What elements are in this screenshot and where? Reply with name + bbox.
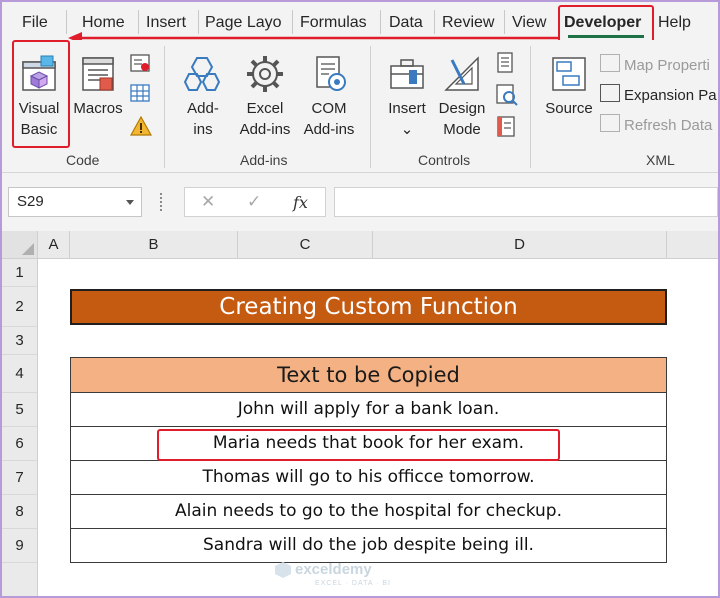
row-header-1[interactable]: 1 xyxy=(2,259,38,287)
row-header-5[interactable]: 5 xyxy=(2,393,38,427)
table-row[interactable]: Alain needs to go to the hospital for ch… xyxy=(70,495,667,529)
excel-add-ins-button[interactable]: Excel Add-ins xyxy=(234,54,296,140)
name-box[interactable]: S29 xyxy=(8,187,142,217)
macros-icon xyxy=(82,57,114,91)
macros-label: Macros xyxy=(73,100,123,117)
column-header-d[interactable]: D xyxy=(373,231,667,259)
com-add-ins-label-2: Add-ins xyxy=(303,121,355,138)
row-header-4[interactable]: 4 xyxy=(2,355,38,393)
map-properties-button[interactable]: Map Properti xyxy=(600,54,710,74)
insert-controls-label: Insert xyxy=(388,100,426,117)
toolbox-icon xyxy=(390,59,424,89)
insert-function-icon[interactable]: fx xyxy=(293,193,308,212)
drag-handle[interactable] xyxy=(160,193,166,211)
properties-icon[interactable] xyxy=(496,52,516,74)
row-header-8[interactable]: 8 xyxy=(2,495,38,529)
chevron-down-icon[interactable] xyxy=(125,199,135,207)
design-mode-icon xyxy=(444,56,479,91)
xml-group-label: XML xyxy=(646,152,675,168)
exceldemy-logo-icon xyxy=(275,562,291,578)
row-header-3[interactable]: 3 xyxy=(2,327,38,355)
record-macro-icon[interactable] xyxy=(130,54,152,74)
code-group-label: Code xyxy=(66,152,100,168)
column-header-c[interactable]: C xyxy=(238,231,373,259)
excel-add-ins-label-2: Add-ins xyxy=(239,121,291,138)
column-header-b[interactable]: B xyxy=(70,231,238,259)
add-ins-group-label: Add-ins xyxy=(240,152,288,168)
group-separator xyxy=(530,46,531,168)
group-separator xyxy=(164,46,165,168)
map-properties-icon xyxy=(600,54,620,72)
add-ins-icon xyxy=(183,57,221,91)
table-row[interactable]: John will apply for a bank loan. xyxy=(70,393,667,427)
refresh-data-button[interactable]: Refresh Data xyxy=(600,114,712,134)
design-mode-label-1: Design xyxy=(438,100,486,117)
visual-basic-highlight xyxy=(12,40,70,148)
developer-ribbon: Visual Basic Macros Code Add- ins Excel … xyxy=(2,40,718,173)
add-ins-label-1: Add- xyxy=(187,100,219,117)
add-ins-button[interactable]: Add- ins xyxy=(178,54,228,140)
row-header-blank xyxy=(2,563,38,596)
formula-actions: ✕ ✓ fx xyxy=(184,187,326,217)
worksheet-grid: A B C D 1 2 3 4 5 6 7 8 9 Creating Custo… xyxy=(2,231,718,596)
enter-icon[interactable]: ✓ xyxy=(247,192,261,212)
refresh-data-label: Refresh Data xyxy=(624,117,713,134)
macros-button[interactable]: Macros xyxy=(70,54,126,119)
row-header-7[interactable]: 7 xyxy=(2,461,38,495)
table-row[interactable]: Thomas will go to his officce tomorrow. xyxy=(70,461,667,495)
macro-security-warning-icon[interactable] xyxy=(130,116,152,136)
formula-bar: S29 ✕ ✓ fx xyxy=(2,173,718,231)
com-add-ins-button[interactable]: COM Add-ins xyxy=(298,54,360,140)
run-dialog-icon[interactable] xyxy=(496,116,518,138)
group-separator xyxy=(370,46,371,168)
table-row[interactable]: Sandra will do the job despite being ill… xyxy=(70,529,667,563)
source-icon xyxy=(552,57,586,91)
expansion-packs-button[interactable]: Expansion Pa xyxy=(600,84,717,104)
watermark-name: exceldemy xyxy=(295,561,372,578)
design-mode-button[interactable]: Design Mode xyxy=(434,54,490,140)
excel-add-ins-label-1: Excel xyxy=(246,100,284,117)
row-header-6[interactable]: 6 xyxy=(2,427,38,461)
name-box-value: S29 xyxy=(17,193,44,210)
row-header-9[interactable]: 9 xyxy=(2,529,38,563)
map-properties-label: Map Properti xyxy=(624,57,710,74)
add-ins-label-2: ins xyxy=(193,121,213,138)
expansion-packs-label: Expansion Pa xyxy=(624,87,717,104)
excel-window: File Home Insert Page Layo Formulas Data… xyxy=(0,0,720,598)
cancel-icon[interactable]: ✕ xyxy=(201,192,215,212)
view-code-icon[interactable] xyxy=(496,84,518,106)
row-6-highlight xyxy=(157,429,560,461)
gear-icon xyxy=(247,56,283,92)
table-header-cell[interactable]: Text to be Copied xyxy=(70,357,667,393)
select-all-corner[interactable] xyxy=(2,231,38,259)
select-all-icon xyxy=(22,243,34,255)
expansion-packs-icon xyxy=(600,84,620,102)
controls-group-label: Controls xyxy=(418,152,471,168)
insert-controls-button[interactable]: Insert ⌄ xyxy=(382,54,432,140)
column-header-a[interactable]: A xyxy=(38,231,70,259)
design-mode-label-2: Mode xyxy=(443,121,481,138)
refresh-data-icon xyxy=(600,114,620,132)
xml-source-button[interactable]: Source xyxy=(542,54,596,119)
sheet-title-cell[interactable]: Creating Custom Function xyxy=(70,289,667,325)
relative-references-icon[interactable] xyxy=(130,84,152,104)
column-header-blank xyxy=(667,231,718,259)
chevron-down-icon: ⌄ xyxy=(400,121,414,138)
xml-source-label: Source xyxy=(545,100,593,117)
row-header-2[interactable]: 2 xyxy=(2,287,38,327)
watermark-tagline: EXCEL · DATA · BI xyxy=(315,580,391,587)
com-add-ins-icon xyxy=(316,56,346,91)
com-add-ins-label-1: COM xyxy=(311,100,347,117)
formula-input[interactable] xyxy=(334,187,718,217)
